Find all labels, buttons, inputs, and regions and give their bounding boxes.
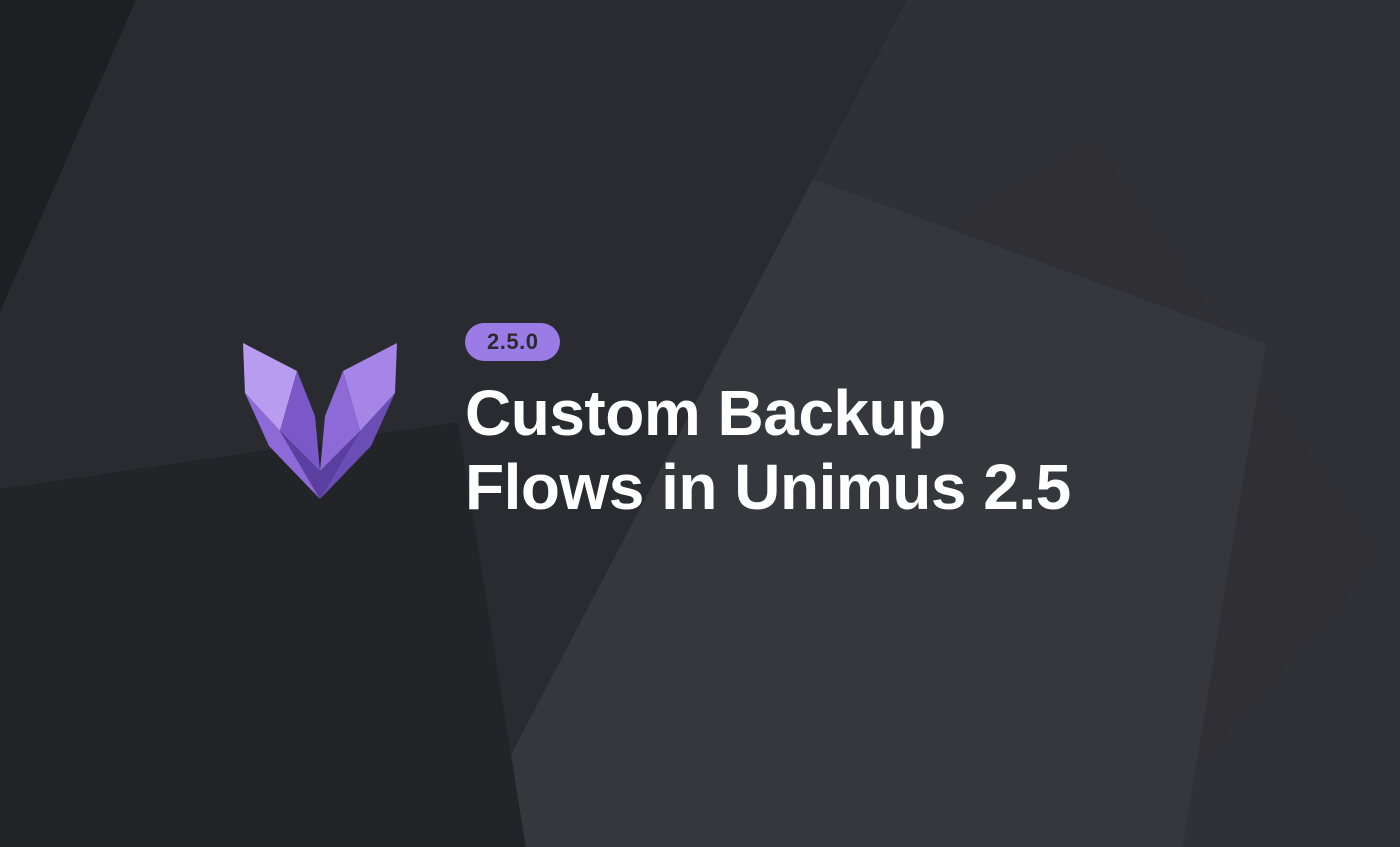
hero-content: 2.5.0 Custom Backup Flows in Unimus 2.5 — [0, 0, 1400, 847]
version-text: 2.5.0 — [487, 329, 538, 355]
version-badge: 2.5.0 — [465, 323, 560, 361]
unimus-logo-icon — [235, 331, 405, 516]
headline-line-2: Flows in Unimus 2.5 — [465, 451, 1071, 523]
headline-line-1: Custom Backup — [465, 377, 946, 449]
hero-text: 2.5.0 Custom Backup Flows in Unimus 2.5 — [465, 323, 1071, 524]
headline: Custom Backup Flows in Unimus 2.5 — [465, 377, 1071, 524]
